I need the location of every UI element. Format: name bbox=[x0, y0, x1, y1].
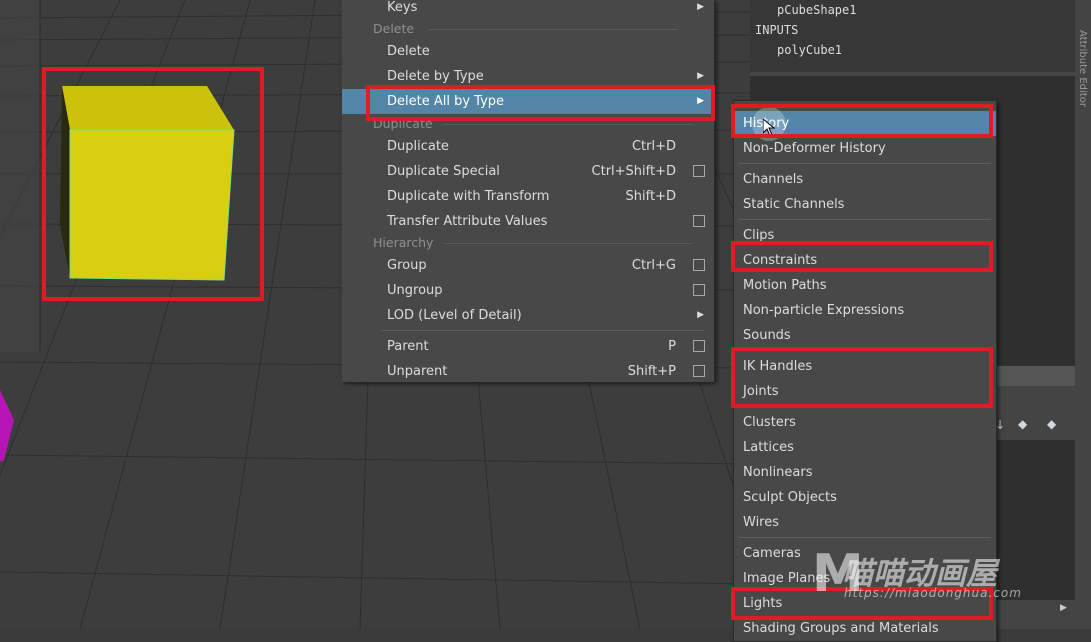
menu-item-delete-label: Delete bbox=[387, 44, 430, 59]
submenu-item-nonlinears[interactable]: Nonlinears bbox=[734, 460, 996, 485]
option-box-icon[interactable] bbox=[693, 365, 705, 377]
submenu-arrow-icon: ▶ bbox=[697, 310, 704, 320]
submenu-item-motion-paths[interactable]: Motion Paths bbox=[734, 273, 996, 298]
shortcut-label: Ctrl+G bbox=[631, 258, 676, 273]
scroll-right-arrow-icon[interactable]: ▶ bbox=[1060, 603, 1067, 613]
menu-item-duplicate-special[interactable]: Duplicate Special Ctrl+Shift+D bbox=[342, 159, 714, 184]
submenu-item-sounds[interactable]: Sounds bbox=[734, 323, 996, 348]
input-node-label[interactable]: polyCube1 bbox=[777, 43, 842, 57]
attribute-editor-tab-label: Attribute Editor bbox=[1077, 30, 1088, 107]
annotation-box-cube bbox=[42, 67, 264, 301]
layer-new-icon[interactable]: ◆ bbox=[1047, 417, 1056, 431]
section-hierarchy-label: Hierarchy bbox=[373, 235, 434, 250]
submenu-arrow-icon: ▶ bbox=[697, 2, 704, 12]
submenu-item-sculpt-objects[interactable]: Sculpt Objects bbox=[734, 485, 996, 510]
menu-item-unparent[interactable]: Unparent Shift+P bbox=[342, 359, 714, 384]
shortcut-label: Shift+P bbox=[627, 364, 676, 379]
submenu-item-static-channels-label: Static Channels bbox=[743, 197, 845, 212]
menu-item-duplicate-with-transform-label: Duplicate with Transform bbox=[387, 189, 550, 204]
watermark-url: https://miaodonghua.com bbox=[844, 586, 1022, 600]
shortcut-label: Shift+D bbox=[625, 189, 676, 204]
submenu-item-clusters[interactable]: Clusters bbox=[734, 410, 996, 435]
option-box-icon[interactable] bbox=[693, 165, 705, 177]
menu-item-parent-label: Parent bbox=[387, 339, 429, 354]
menu-item-parent[interactable]: Parent P bbox=[342, 334, 714, 359]
menu-item-duplicate-label: Duplicate bbox=[387, 139, 449, 154]
submenu-item-channels-label: Channels bbox=[743, 172, 804, 187]
submenu-item-non-particle-expressions-label: Non-particle Expressions bbox=[743, 303, 905, 318]
submenu-divider bbox=[739, 219, 991, 220]
submenu-divider bbox=[739, 537, 991, 538]
menu-item-lod-label: LOD (Level of Detail) bbox=[387, 308, 522, 323]
option-box-icon[interactable] bbox=[693, 215, 705, 227]
submenu-item-static-channels[interactable]: Static Channels bbox=[734, 192, 996, 217]
annotation-box-constraints bbox=[731, 241, 993, 272]
menu-item-keys-label: Keys bbox=[387, 0, 418, 15]
submenu-item-wires[interactable]: Wires bbox=[734, 510, 996, 535]
annotation-box-history bbox=[731, 104, 993, 138]
annotation-box-ik-joints bbox=[731, 347, 993, 408]
layer-add-icon[interactable]: ◆ bbox=[1018, 417, 1027, 431]
menu-item-duplicate-with-transform[interactable]: Duplicate with Transform Shift+D bbox=[342, 184, 714, 209]
submenu-item-cameras-label: Cameras bbox=[743, 546, 801, 561]
channel-box-history: pCubeShape1 INPUTS polyCube1 bbox=[750, 0, 1076, 72]
submenu-item-lattices-label: Lattices bbox=[743, 440, 794, 455]
menu-item-unparent-label: Unparent bbox=[387, 364, 448, 379]
shortcut-label: P bbox=[668, 339, 676, 354]
option-box-icon[interactable] bbox=[693, 284, 705, 296]
submenu-item-nonlinears-label: Nonlinears bbox=[743, 465, 813, 480]
submenu-divider bbox=[739, 163, 991, 164]
option-box-icon[interactable] bbox=[693, 259, 705, 271]
menu-item-keys[interactable]: Keys ▶ bbox=[342, 0, 714, 20]
section-delete: Delete bbox=[373, 19, 678, 39]
submenu-item-clusters-label: Clusters bbox=[743, 415, 796, 430]
submenu-item-motion-paths-label: Motion Paths bbox=[743, 278, 827, 293]
edit-menu: Keys ▶ Delete Delete Delete by Type ▶ De… bbox=[342, 0, 715, 382]
submenu-item-lattices[interactable]: Lattices bbox=[734, 435, 996, 460]
menu-item-group[interactable]: Group Ctrl+G bbox=[342, 253, 714, 278]
section-hierarchy: Hierarchy bbox=[373, 233, 693, 253]
menu-item-ungroup-label: Ungroup bbox=[387, 283, 443, 298]
menu-divider bbox=[382, 330, 704, 331]
shortcut-label: Ctrl+Shift+D bbox=[591, 164, 676, 179]
submenu-item-sculpt-objects-label: Sculpt Objects bbox=[743, 490, 837, 505]
section-delete-label: Delete bbox=[373, 21, 415, 36]
attribute-editor-tab[interactable]: Attribute Editor bbox=[1075, 0, 1091, 629]
submenu-item-sounds-label: Sounds bbox=[743, 328, 791, 343]
submenu-item-wires-label: Wires bbox=[743, 515, 780, 530]
menu-item-transfer-attribute-values-label: Transfer Attribute Values bbox=[387, 214, 548, 229]
menu-item-group-label: Group bbox=[387, 258, 427, 273]
annotation-box-delete-all-by-type bbox=[366, 85, 715, 121]
submenu-item-channels[interactable]: Channels bbox=[734, 167, 996, 192]
menu-item-delete[interactable]: Delete bbox=[342, 39, 714, 64]
menu-item-transfer-attribute-values[interactable]: Transfer Attribute Values bbox=[342, 209, 714, 234]
shortcut-label: Ctrl+D bbox=[631, 139, 676, 154]
option-box-icon[interactable] bbox=[693, 340, 705, 352]
menu-item-duplicate-special-label: Duplicate Special bbox=[387, 164, 500, 179]
menu-item-ungroup[interactable]: Ungroup bbox=[342, 278, 714, 303]
submenu-item-non-particle-expressions[interactable]: Non-particle Expressions bbox=[734, 298, 996, 323]
inputs-header: INPUTS bbox=[755, 23, 799, 37]
menu-item-lod[interactable]: LOD (Level of Detail) ▶ bbox=[342, 303, 714, 328]
menu-item-duplicate[interactable]: Duplicate Ctrl+D bbox=[342, 134, 714, 159]
shape-node-label[interactable]: pCubeShape1 bbox=[777, 3, 856, 17]
